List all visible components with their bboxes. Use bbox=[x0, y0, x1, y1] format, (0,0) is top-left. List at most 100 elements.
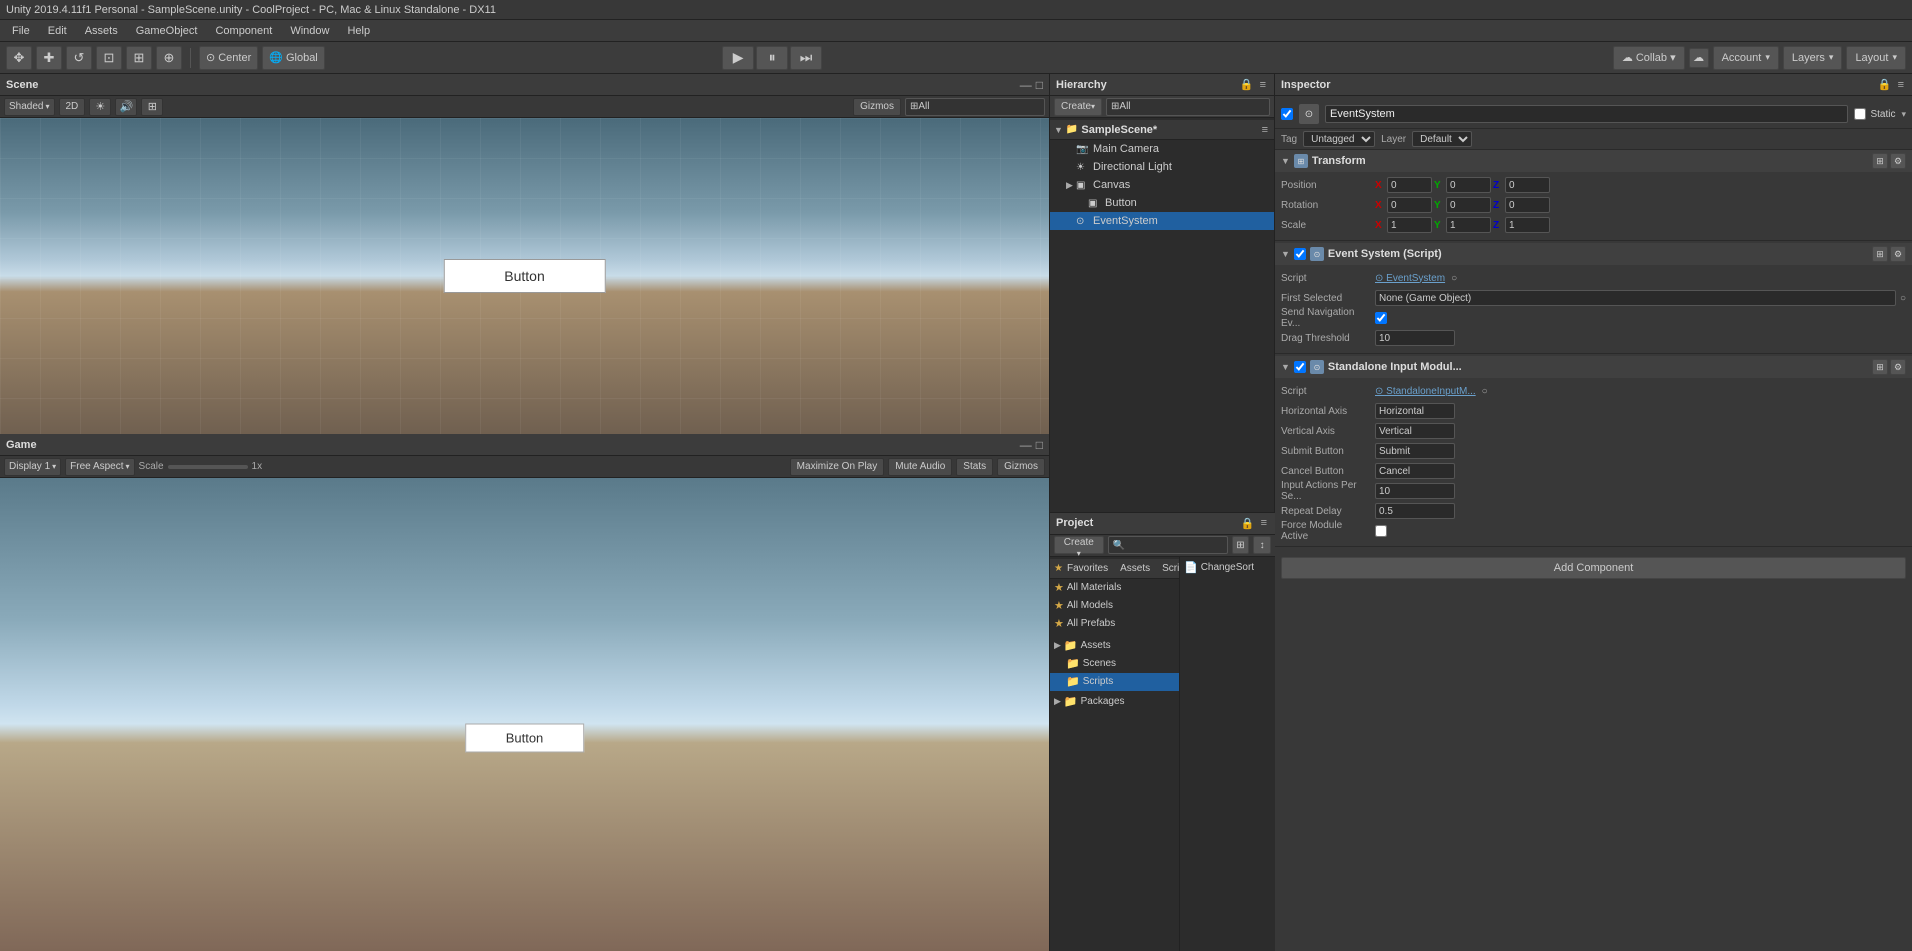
scene-audio-btn[interactable]: 🔊 bbox=[115, 98, 137, 116]
input-actions-input[interactable] bbox=[1375, 483, 1455, 499]
send-navigation-checkbox[interactable] bbox=[1375, 312, 1387, 324]
tool-rect[interactable]: ⊞ bbox=[126, 46, 152, 70]
tool-transform[interactable]: ⊕ bbox=[156, 46, 182, 70]
hier-lock-btn[interactable]: 🔒 bbox=[1238, 78, 1256, 91]
project-search-input[interactable] bbox=[1108, 536, 1228, 554]
game-minimize-btn[interactable]: — bbox=[1020, 438, 1032, 452]
menu-file[interactable]: File bbox=[4, 23, 38, 39]
hierarchy-create-btn[interactable]: Create bbox=[1054, 98, 1102, 116]
game-viewport[interactable]: Button bbox=[0, 478, 1049, 951]
eventsystem-preview-btn[interactable]: ⊞ bbox=[1872, 246, 1888, 262]
menu-gameobject[interactable]: GameObject bbox=[128, 23, 206, 39]
standalone-script-value[interactable]: ⊙ StandaloneInputM... bbox=[1375, 386, 1476, 397]
account-dropdown[interactable]: Account bbox=[1713, 46, 1779, 70]
scale-x-input[interactable] bbox=[1387, 217, 1432, 233]
object-name-input[interactable] bbox=[1325, 105, 1848, 123]
proj-folder-packages[interactable]: ▶ 📁 Packages bbox=[1050, 693, 1179, 711]
game-maximize-btn[interactable]: □ bbox=[1036, 438, 1043, 452]
object-active-checkbox[interactable] bbox=[1281, 108, 1293, 120]
standalone-settings-btn[interactable]: ⚙ bbox=[1890, 359, 1906, 375]
submit-button-input[interactable] bbox=[1375, 443, 1455, 459]
play-button[interactable]: ▶ bbox=[722, 46, 754, 70]
transform-header[interactable]: ▼ ⊞ Transform ⊞ ⚙ bbox=[1275, 150, 1912, 172]
hier-menu-btn[interactable]: ≡ bbox=[1258, 78, 1268, 91]
tool-rotate[interactable]: ↺ bbox=[66, 46, 92, 70]
scene-lock-btn[interactable]: ≡ bbox=[1260, 124, 1270, 136]
menu-window[interactable]: Window bbox=[282, 23, 337, 39]
game-gizmos-btn[interactable]: Gizmos bbox=[997, 458, 1045, 476]
force-module-checkbox[interactable] bbox=[1375, 525, 1387, 537]
layer-dropdown[interactable]: Default bbox=[1412, 131, 1472, 147]
proj-folder-assets[interactable]: ▶ 📁 Assets bbox=[1050, 637, 1179, 655]
scale-y-input[interactable] bbox=[1446, 217, 1491, 233]
script-value[interactable]: ⊙ EventSystem bbox=[1375, 273, 1445, 284]
layers-dropdown[interactable]: Layers bbox=[1783, 46, 1843, 70]
hier-item-button[interactable]: ▣ Button bbox=[1050, 194, 1274, 212]
rotation-x-input[interactable] bbox=[1387, 197, 1432, 213]
proj-item-changesort[interactable]: 📄 ChangeSort bbox=[1180, 559, 1275, 577]
proj-lock-btn[interactable]: 🔒 bbox=[1239, 517, 1257, 530]
menu-assets[interactable]: Assets bbox=[77, 23, 126, 39]
gizmos-btn[interactable]: Gizmos bbox=[853, 98, 901, 116]
first-selected-input[interactable] bbox=[1375, 290, 1896, 306]
proj-folder-all-prefabs[interactable]: ★ All Prefabs bbox=[1050, 615, 1179, 633]
transform-settings-btn[interactable]: ⚙ bbox=[1890, 153, 1906, 169]
stats-btn[interactable]: Stats bbox=[956, 458, 993, 476]
add-component-btn[interactable]: Add Component bbox=[1281, 557, 1906, 579]
static-checkbox[interactable] bbox=[1854, 108, 1866, 120]
scene-row[interactable]: ▼ 📁 SampleScene* ≡ bbox=[1050, 120, 1274, 140]
game-button-object[interactable]: Button bbox=[465, 724, 585, 753]
proj-view-btn[interactable]: ⊞ bbox=[1232, 536, 1250, 554]
tool-move[interactable]: ✚ bbox=[36, 46, 62, 70]
proj-folder-all-models[interactable]: ★ All Models bbox=[1050, 597, 1179, 615]
layout-dropdown[interactable]: Layout bbox=[1846, 46, 1906, 70]
scene-button-object[interactable]: Button bbox=[443, 259, 605, 293]
scene-search-input[interactable] bbox=[905, 98, 1045, 116]
hier-item-canvas[interactable]: ▶ ▣ Canvas bbox=[1050, 176, 1274, 194]
hier-item-directional-light[interactable]: ☀ Directional Light bbox=[1050, 158, 1274, 176]
shading-mode-dropdown[interactable]: Shaded bbox=[4, 98, 55, 116]
display-dropdown[interactable]: Display 1 bbox=[4, 458, 61, 476]
inspector-lock-btn[interactable]: 🔒 bbox=[1876, 78, 1894, 91]
maximize-on-play-btn[interactable]: Maximize On Play bbox=[790, 458, 885, 476]
vertical-axis-input[interactable] bbox=[1375, 423, 1455, 439]
aspect-dropdown[interactable]: Free Aspect bbox=[65, 458, 134, 476]
pause-button[interactable]: ⏸ bbox=[756, 46, 788, 70]
proj-menu-btn[interactable]: ≡ bbox=[1259, 517, 1269, 530]
position-x-input[interactable] bbox=[1387, 177, 1432, 193]
inspector-menu-btn[interactable]: ≡ bbox=[1896, 78, 1906, 91]
project-create-btn[interactable]: Create bbox=[1054, 536, 1104, 554]
2d-toggle-btn[interactable]: 2D bbox=[59, 98, 86, 116]
menu-edit[interactable]: Edit bbox=[40, 23, 75, 39]
horizontal-axis-input[interactable] bbox=[1375, 403, 1455, 419]
pivot-center-btn[interactable]: ⊙ Center bbox=[199, 46, 258, 70]
position-z-input[interactable] bbox=[1505, 177, 1550, 193]
cancel-button-input[interactable] bbox=[1375, 463, 1455, 479]
hierarchy-search-input[interactable] bbox=[1106, 98, 1270, 116]
scale-slider[interactable] bbox=[168, 465, 248, 469]
tool-hand[interactable]: ✥ bbox=[6, 46, 32, 70]
proj-folder-scripts[interactable]: 📁 Scripts bbox=[1050, 673, 1179, 691]
eventsystem-header[interactable]: ▼ ⊙ Event System (Script) ⊞ ⚙ bbox=[1275, 243, 1912, 265]
scale-z-input[interactable] bbox=[1505, 217, 1550, 233]
menu-component[interactable]: Component bbox=[207, 23, 280, 39]
proj-folder-scenes[interactable]: 📁 Scenes bbox=[1050, 655, 1179, 673]
scene-minimize-btn[interactable]: — bbox=[1020, 78, 1032, 92]
rotation-z-input[interactable] bbox=[1505, 197, 1550, 213]
tag-dropdown[interactable]: Untagged bbox=[1303, 131, 1375, 147]
hier-item-eventsystem[interactable]: ⊙ EventSystem bbox=[1050, 212, 1274, 230]
scene-light-btn[interactable]: ☀ bbox=[89, 98, 111, 116]
standalone-header[interactable]: ▼ ⊙ Standalone Input Modul... ⊞ ⚙ bbox=[1275, 356, 1912, 378]
tool-scale[interactable]: ⊡ bbox=[96, 46, 122, 70]
transform-preview-btn[interactable]: ⊞ bbox=[1872, 153, 1888, 169]
pivot-global-btn[interactable]: 🌐 Global bbox=[262, 46, 325, 70]
eventsystem-settings-btn[interactable]: ⚙ bbox=[1890, 246, 1906, 262]
standalone-preview-btn[interactable]: ⊞ bbox=[1872, 359, 1888, 375]
cloud-upload-btn[interactable]: ☁ bbox=[1689, 48, 1709, 68]
rotation-y-input[interactable] bbox=[1446, 197, 1491, 213]
proj-folder-all-materials[interactable]: ★ All Materials bbox=[1050, 579, 1179, 597]
collab-button[interactable]: ☁ Collab ▾ bbox=[1613, 46, 1685, 70]
step-button[interactable]: ⏭ bbox=[790, 46, 822, 70]
mute-audio-btn[interactable]: Mute Audio bbox=[888, 458, 952, 476]
eventsystem-enable-cb[interactable] bbox=[1294, 248, 1306, 260]
